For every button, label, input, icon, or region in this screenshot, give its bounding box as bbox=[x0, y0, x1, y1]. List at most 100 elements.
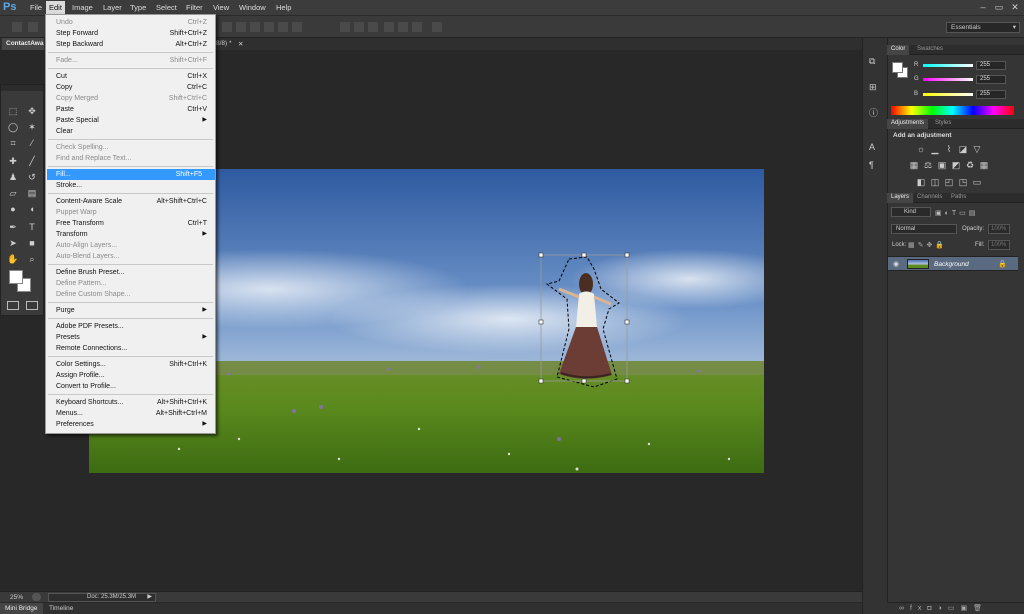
menu-select[interactable]: Select bbox=[153, 3, 180, 12]
distribute-center-icon[interactable] bbox=[398, 22, 408, 32]
invert-icon[interactable]: ◧ bbox=[916, 177, 926, 187]
path-selection-icon[interactable]: ➤ bbox=[6, 237, 20, 249]
distribute-top-icon[interactable] bbox=[340, 22, 350, 32]
hand-tool-icon[interactable]: ✋ bbox=[6, 253, 20, 265]
pen-tool-icon[interactable]: ✒ bbox=[6, 221, 20, 233]
info-panel-icon[interactable]: ⓘ bbox=[869, 106, 882, 118]
menu-image[interactable]: Image bbox=[69, 3, 96, 12]
foreground-color-swatch[interactable] bbox=[9, 270, 23, 284]
threshold-icon[interactable]: ◰ bbox=[944, 177, 954, 187]
menu-edit[interactable]: Edit bbox=[46, 1, 65, 15]
crop-tool-icon[interactable]: ⌗ bbox=[6, 137, 20, 149]
eyedropper-icon[interactable]: ⁄ bbox=[25, 137, 39, 149]
posterize-icon[interactable]: ◫ bbox=[930, 177, 940, 187]
channel-g-value[interactable]: 255 bbox=[976, 75, 1006, 84]
history-brush-icon[interactable]: ↺ bbox=[25, 171, 39, 183]
layer-filter-kind[interactable]: Kind bbox=[891, 207, 931, 217]
zoom-level[interactable]: 25% bbox=[10, 594, 23, 601]
align-bottom-icon[interactable] bbox=[250, 22, 260, 32]
auto-align-icon[interactable] bbox=[432, 22, 442, 32]
quick-mask-icon[interactable] bbox=[7, 301, 19, 310]
distribute-bottom-icon[interactable] bbox=[368, 22, 378, 32]
color-foreground-swatch[interactable] bbox=[892, 62, 903, 73]
align-center-icon[interactable] bbox=[278, 22, 288, 32]
menu-item-free-transform[interactable]: Free Transform Ctrl+T bbox=[56, 218, 211, 229]
menu-view[interactable]: View bbox=[210, 3, 232, 12]
paragraph-panel-icon[interactable]: ¶ bbox=[869, 160, 882, 172]
tools-panel-header[interactable] bbox=[1, 85, 43, 91]
opacity-input[interactable]: 100% bbox=[988, 224, 1010, 234]
brightness-contrast-icon[interactable]: ☼ bbox=[916, 144, 926, 154]
screen-mode-icon[interactable] bbox=[26, 301, 38, 310]
tab-color[interactable]: Color bbox=[887, 45, 910, 55]
exposure-icon[interactable]: ◪ bbox=[958, 144, 968, 154]
shape-tool-icon[interactable]: ■ bbox=[25, 237, 39, 249]
layer-row-background[interactable]: ◉ Background 🔒 bbox=[888, 256, 1018, 271]
menu-item-content-aware-scale[interactable]: Content-Aware Scale Alt+Shift+Ctrl+C bbox=[56, 196, 211, 207]
history-panel-icon[interactable]: ⧉ bbox=[869, 56, 882, 68]
menu-item-keyboard-shortcuts[interactable]: Keyboard Shortcuts... Alt+Shift+Ctrl+K bbox=[56, 397, 211, 408]
menu-item-menus[interactable]: Menus... Alt+Shift+Ctrl+M bbox=[56, 408, 211, 419]
curves-icon[interactable]: ⌇ bbox=[944, 144, 954, 154]
tab-adjustments[interactable]: Adjustments bbox=[887, 119, 929, 129]
type-tool-icon[interactable]: T bbox=[25, 221, 39, 233]
tab-paths[interactable]: Paths bbox=[947, 193, 970, 203]
menu-item-adobe-pdf-presets[interactable]: Adobe PDF Presets... bbox=[56, 321, 211, 332]
menu-item-color-settings[interactable]: Color Settings... Shift+Ctrl+K bbox=[56, 359, 211, 370]
menu-item-step-backward[interactable]: Step Backward Alt+Ctrl+Z bbox=[56, 39, 211, 50]
menu-item-transform[interactable]: Transform ▶ bbox=[56, 229, 211, 240]
gradient-map-triangle-icon[interactable]: ▽ bbox=[972, 144, 982, 154]
selective-color-icon[interactable]: ◳ bbox=[958, 177, 968, 187]
tab-styles[interactable]: Styles bbox=[931, 119, 955, 129]
menu-help[interactable]: Help bbox=[273, 3, 294, 12]
align-top-icon[interactable] bbox=[222, 22, 232, 32]
tab-mini-bridge[interactable]: Mini Bridge bbox=[0, 603, 43, 614]
tab-swatches[interactable]: Swatches bbox=[913, 45, 947, 55]
fill-input[interactable]: 100% bbox=[988, 240, 1010, 250]
blend-mode-select[interactable]: Normal bbox=[891, 224, 957, 234]
levels-icon[interactable]: ▁ bbox=[930, 144, 940, 154]
layer-filter-icons[interactable]: ▣◐T▭▤ bbox=[935, 209, 978, 217]
healing-brush-icon[interactable]: ✚ bbox=[6, 155, 20, 167]
gradient-map-icon[interactable]: ▭ bbox=[972, 177, 982, 187]
channel-r-value[interactable]: 255 bbox=[976, 61, 1006, 70]
color-spectrum-bar[interactable] bbox=[891, 106, 1014, 115]
menu-item-paste-special[interactable]: Paste Special ▶ bbox=[56, 115, 211, 126]
menu-file[interactable]: File bbox=[27, 3, 45, 12]
layer-name[interactable]: Background bbox=[934, 261, 969, 268]
dropdown-arrow-icon[interactable] bbox=[28, 22, 38, 32]
document-tab[interactable]: ContactAwa bbox=[2, 38, 44, 50]
clone-stamp-icon[interactable]: ♟ bbox=[6, 171, 20, 183]
color-balance-icon[interactable]: ▣ bbox=[937, 160, 947, 170]
vibrance-icon[interactable]: ▦ bbox=[909, 160, 919, 170]
menu-item-purge[interactable]: Purge ▶ bbox=[56, 305, 211, 316]
eraser-icon[interactable]: ▱ bbox=[6, 187, 20, 199]
menu-layer[interactable]: Layer bbox=[100, 3, 125, 12]
menu-item-preferences[interactable]: Preferences ▶ bbox=[56, 419, 211, 430]
marquee-tool-icon[interactable]: ⬚ bbox=[6, 105, 20, 117]
workspace-switcher[interactable]: Essentials ▾ bbox=[946, 22, 1020, 33]
character-panel-icon[interactable]: A bbox=[869, 142, 882, 154]
menu-item-convert-to-profile[interactable]: Convert to Profile... bbox=[56, 381, 211, 392]
lock-icons[interactable]: ▦✎✥🔒 bbox=[908, 241, 947, 249]
menu-item-assign-profile[interactable]: Assign Profile... bbox=[56, 370, 211, 381]
close-window-icon[interactable]: ✕ bbox=[1008, 2, 1022, 13]
menu-item-define-brush-preset[interactable]: Define Brush Preset... bbox=[56, 267, 211, 278]
menu-item-step-forward[interactable]: Step Forward Shift+Ctrl+Z bbox=[56, 28, 211, 39]
menu-item-clear[interactable]: Clear bbox=[56, 126, 211, 137]
distribute-right-icon[interactable] bbox=[412, 22, 422, 32]
doc-size-box[interactable]: Doc: 25.3M/25.3M ▶ bbox=[48, 593, 156, 602]
channel-b-slider[interactable] bbox=[923, 93, 973, 96]
photo-filter-icon[interactable]: ♻ bbox=[965, 160, 975, 170]
minimize-icon[interactable]: – bbox=[976, 2, 990, 13]
menu-item-cut[interactable]: Cut Ctrl+X bbox=[56, 71, 211, 82]
status-info-icon[interactable] bbox=[32, 593, 41, 601]
properties-panel-icon[interactable]: ⊞ bbox=[869, 82, 882, 94]
tab-timeline[interactable]: Timeline bbox=[44, 603, 78, 614]
menu-window[interactable]: Window bbox=[236, 3, 269, 12]
align-right-icon[interactable] bbox=[292, 22, 302, 32]
move-tool-preset-icon[interactable] bbox=[12, 22, 22, 32]
distribute-left-icon[interactable] bbox=[384, 22, 394, 32]
channel-b-value[interactable]: 255 bbox=[976, 90, 1006, 99]
menu-item-fill[interactable]: Fill... Shift+F5 bbox=[47, 169, 215, 180]
